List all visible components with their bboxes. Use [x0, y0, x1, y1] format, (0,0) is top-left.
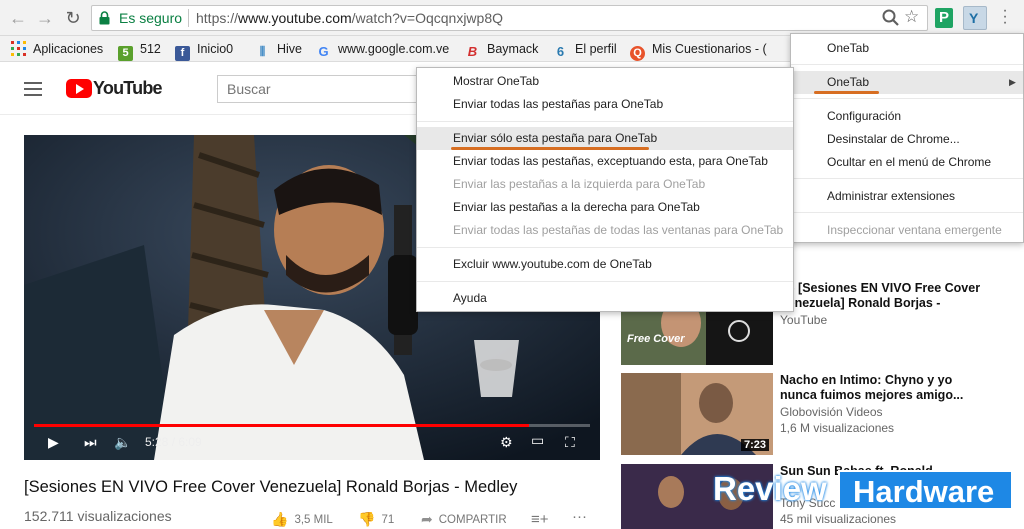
- onetab-enviar-todas[interactable]: Enviar todas las pestañas para OneTab: [417, 93, 793, 116]
- bookmark-inicio[interactable]: f Inicio0: [175, 40, 233, 61]
- menu-separator: [417, 281, 793, 282]
- onetab-submenu: Mostrar OneTab Enviar todas las pestañas…: [416, 67, 794, 312]
- next-icon[interactable]: ⏭: [84, 434, 97, 451]
- onetab-mostrar[interactable]: Mostrar OneTab: [417, 70, 793, 93]
- reload-icon[interactable]: ↻: [62, 7, 84, 29]
- bookmark-mis-cuestionarios[interactable]: Q Mis Cuestionarios - (: [630, 40, 767, 61]
- search-input[interactable]: [218, 76, 421, 102]
- recommendation-thumbnail[interactable]: 7:23: [621, 373, 773, 455]
- recommendation-views: 45 mil visualizaciones: [780, 512, 897, 526]
- menu-separator: [791, 212, 1023, 213]
- recommendation-title[interactable]: x - [Sesiones EN VIVO Free Cover Venezue…: [780, 281, 990, 311]
- like-button[interactable]: 👍 3,5 MIL: [271, 511, 333, 528]
- play-icon[interactable]: ▶: [48, 434, 59, 451]
- more-actions-icon[interactable]: ···: [572, 508, 587, 525]
- onetab-enviar-todas-ventanas: Enviar todas las pestañas de todas las v…: [453, 223, 784, 237]
- bookmark-512[interactable]: 5 512: [118, 40, 161, 61]
- dislike-button[interactable]: 👎 71: [358, 511, 394, 528]
- bookmark-aplicaciones[interactable]: Aplicaciones: [11, 40, 103, 58]
- menu-item-onetab-home[interactable]: OneTab: [791, 37, 1023, 60]
- volume-icon[interactable]: 🔈: [114, 434, 131, 451]
- menu-item-desinstalar[interactable]: Desinstalar de Chrome...: [791, 128, 1023, 151]
- menu-separator: [791, 178, 1023, 179]
- fullscreen-icon[interactable]: ⛶: [565, 434, 575, 451]
- google-icon: G: [318, 44, 329, 59]
- duration-badge: 7:23: [740, 439, 769, 451]
- menu-item-ocultar[interactable]: Ocultar en el menú de Chrome: [791, 151, 1023, 174]
- submenu-arrow-icon: ▶: [1009, 77, 1016, 87]
- thumbs-up-icon: 👍: [271, 511, 289, 527]
- url-separator: [188, 9, 189, 27]
- browser-toolbar: ← → ↻ Es seguro https://www.youtube.com/…: [0, 0, 1024, 36]
- zoom-icon[interactable]: [881, 8, 901, 28]
- recommendation-views: 1,6 M visualizaciones: [780, 421, 895, 435]
- bookmark-baymack[interactable]: B Baymack: [465, 40, 539, 59]
- hamburger-menu-icon[interactable]: [24, 82, 42, 96]
- settings-gear-icon[interactable]: ⚙: [500, 434, 513, 451]
- thumbnail-text: Free Cover: [627, 333, 685, 345]
- onetab-enviar-excepto-esta[interactable]: Enviar todas las pestañas, exceptuando e…: [417, 150, 793, 173]
- bookmark-star-icon[interactable]: ☆: [904, 7, 919, 27]
- menu-item-administrar-extensiones[interactable]: Administrar extensiones: [791, 185, 1023, 208]
- video-title: [Sesiones EN VIVO Free Cover Venezuela] …: [24, 478, 518, 496]
- thumbs-down-icon: 👎: [358, 511, 376, 527]
- forward-arrow-icon[interactable]: →: [34, 7, 56, 29]
- highlight-underline: [814, 91, 879, 94]
- bookmark-hive[interactable]: ⦀ Hive: [255, 40, 302, 59]
- theater-mode-icon[interactable]: ▭: [531, 432, 544, 449]
- onetab-excluir-sitio[interactable]: Excluir www.youtube.com de OneTab: [417, 253, 793, 276]
- address-bar[interactable]: Es seguro https://www.youtube.com/watch?…: [91, 5, 928, 31]
- bookmark-el-perfil[interactable]: 6 El perfil: [553, 40, 617, 59]
- onetab-enviar-izquierda: Enviar las pestañas a la izquierda para …: [453, 177, 706, 191]
- back-arrow-icon[interactable]: ←: [7, 7, 29, 29]
- quiz-icon: Q: [630, 46, 645, 61]
- lock-icon: [99, 11, 110, 25]
- progress-fill: [34, 424, 529, 427]
- time-display: 5:28 / 6:09: [145, 435, 202, 449]
- recommendation-channel[interactable]: YouTube: [780, 313, 827, 327]
- menu-separator: [417, 121, 793, 122]
- facebook-icon: f: [175, 46, 190, 61]
- add-to-playlist-icon[interactable]: ≡+: [531, 511, 549, 528]
- share-button[interactable]: ➦ COMPARTIR: [421, 511, 507, 528]
- five-icon: 5: [118, 46, 133, 61]
- menu-separator: [791, 98, 1023, 99]
- extension-p-icon[interactable]: P: [935, 8, 953, 28]
- onetab-extension-icon[interactable]: Y: [963, 6, 987, 30]
- menu-separator: [791, 64, 1023, 65]
- recommendation-title[interactable]: Nacho en Intimo: Chyno y yo nunca fuimos…: [780, 373, 990, 403]
- view-count: 152.711 visualizaciones: [24, 508, 172, 524]
- security-label: Es seguro: [119, 10, 183, 26]
- menu-separator: [417, 247, 793, 248]
- search-box[interactable]: [217, 75, 422, 103]
- apps-grid-icon: [11, 41, 26, 56]
- chrome-menu-icon[interactable]: · · ·: [1000, 3, 1010, 31]
- onetab-enviar-derecha[interactable]: Enviar las pestañas a la derecha para On…: [417, 196, 793, 219]
- bookmark-google[interactable]: Gwww.google.com.ve: [316, 40, 449, 59]
- youtube-play-icon: [66, 79, 92, 98]
- onetab-ayuda[interactable]: Ayuda: [417, 287, 793, 310]
- share-icon: ➦: [421, 511, 433, 527]
- six-icon: 6: [556, 44, 565, 59]
- b-icon: B: [467, 44, 478, 59]
- review-hardware-watermark: Review Hardware: [713, 470, 1014, 512]
- hive-icon: ⦀: [259, 44, 266, 59]
- recommendation-channel[interactable]: Globovisión Videos: [780, 405, 883, 419]
- extension-context-menu: OneTab OneTab ▶ Configuración Desinstala…: [790, 33, 1024, 243]
- menu-item-inspeccionar: Inspeccionar ventana emergente: [827, 223, 1002, 237]
- progress-bar[interactable]: [34, 424, 590, 427]
- url-text[interactable]: https://www.youtube.com/watch?v=Oqcqnxjw…: [196, 10, 503, 26]
- menu-item-configuracion[interactable]: Configuración: [791, 105, 1023, 128]
